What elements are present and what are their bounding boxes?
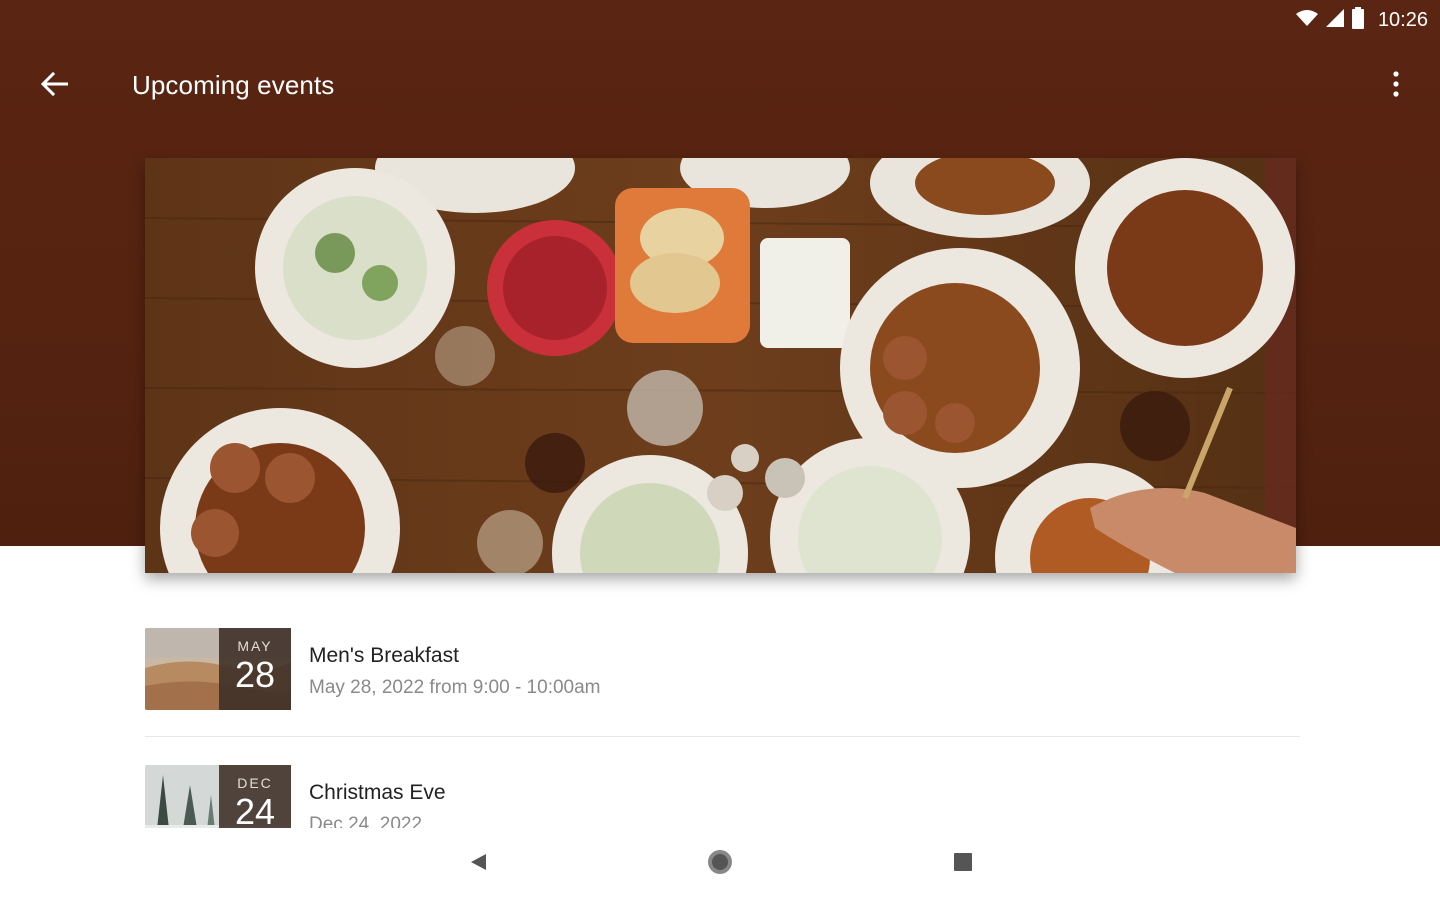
nav-recents-icon	[953, 852, 973, 877]
date-badge-month: MAY	[237, 638, 273, 654]
event-subtitle: Dec 24, 2022	[309, 814, 423, 828]
system-nav-bar	[0, 828, 1440, 900]
date-badge: DEC 24	[219, 765, 291, 828]
event-list: MAY 28 Men's Breakfast May 28, 2022 from…	[145, 620, 1300, 828]
nav-home-button[interactable]	[700, 848, 740, 880]
nav-back-button[interactable]	[458, 848, 498, 880]
nav-recents-button[interactable]	[943, 848, 983, 880]
nav-back-icon	[468, 852, 488, 877]
event-list-item[interactable]: MAY 28 Men's Breakfast May 28, 2022 from…	[145, 620, 1300, 757]
date-badge-day: 24	[234, 791, 276, 829]
list-divider	[145, 736, 1300, 737]
list-viewport: MAY 28 Men's Breakfast May 28, 2022 from…	[0, 0, 1440, 828]
event-title: Men's Breakfast	[309, 644, 459, 667]
date-badge-month: DEC	[237, 775, 273, 791]
date-badge-day: 28	[234, 654, 276, 695]
nav-home-icon	[706, 848, 734, 881]
date-badge: MAY 28	[219, 628, 291, 710]
event-list-item[interactable]: DEC 24 Christmas Eve Dec 24, 2022	[145, 757, 1300, 828]
event-title: Christmas Eve	[309, 781, 446, 804]
event-subtitle: May 28, 2022 from 9:00 - 10:00am	[309, 677, 601, 698]
